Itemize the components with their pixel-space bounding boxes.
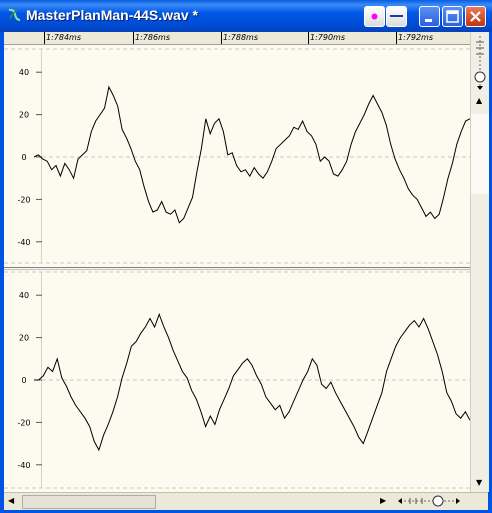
waveform-view[interactable]: 40 20 0 -20 -40 40 20 0 -20 -40 <box>4 45 470 492</box>
value-tick-label: -40 <box>17 238 30 247</box>
waveform-channel-1 <box>33 85 470 224</box>
minimize-button[interactable] <box>419 6 440 27</box>
ruler-major-tick <box>308 32 309 44</box>
record-indicator-button[interactable] <box>364 6 385 27</box>
ruler-major-tick <box>133 32 134 44</box>
vertical-scrollbar[interactable]: ▲ ▼ <box>470 32 489 492</box>
window-title: MasterPlanMan-44S.wav * <box>26 7 198 23</box>
record-indicator-icon <box>371 13 378 20</box>
ruler-label: 1:792ms <box>398 33 434 42</box>
ruler-label: 1:786ms <box>135 33 171 42</box>
time-ruler[interactable]: 1:784ms 1:786ms 1:788ms 1:790ms 1:792ms <box>4 32 470 45</box>
ruler-label: 1:790ms <box>310 33 346 42</box>
value-tick-label: 40 <box>19 291 29 300</box>
ruler-major-tick <box>396 32 397 44</box>
scroll-right-icon[interactable]: ▶ <box>380 496 386 506</box>
horizontal-scroll-thumb[interactable] <box>22 495 156 509</box>
value-tick-label: -20 <box>17 418 30 427</box>
ruler-major-tick <box>44 32 45 44</box>
ruler-label: 1:788ms <box>223 33 259 42</box>
close-icon <box>470 11 481 22</box>
editor-client-area: 1:784ms 1:786ms 1:788ms 1:790ms 1:792ms … <box>4 32 489 510</box>
value-tick-label: 20 <box>19 111 29 120</box>
minimize-icon <box>425 19 432 22</box>
zoom-slider-icon[interactable] <box>471 34 489 94</box>
scroll-down-icon[interactable]: ▼ <box>476 478 482 488</box>
ruler-major-tick <box>221 32 222 44</box>
value-tick-label: -40 <box>17 461 30 470</box>
waveform-app-icon <box>8 8 21 21</box>
value-tick-label: 40 <box>19 68 29 77</box>
vertical-scroll-thumb[interactable] <box>471 114 489 194</box>
scroll-left-icon[interactable]: ◀ <box>8 496 14 506</box>
ruler-label: 1:784ms <box>46 33 82 42</box>
waveform-channel-2 <box>34 312 470 452</box>
value-tick-label: 0 <box>21 153 26 162</box>
window-frame: MasterPlanMan-44S.wav * 1:784ms 1:786ms … <box>0 0 492 513</box>
maximize-icon <box>446 10 459 23</box>
horizontal-scrollbar[interactable]: ◀ ▶ <box>4 492 488 510</box>
horizontal-zoom-slider-icon[interactable] <box>396 494 462 509</box>
dash-icon <box>390 15 403 17</box>
value-tick-label: -20 <box>17 195 30 204</box>
value-tick-label: 0 <box>21 376 26 385</box>
maximize-button[interactable] <box>442 6 463 27</box>
scroll-up-icon[interactable]: ▲ <box>476 96 482 106</box>
value-tick-label: 20 <box>19 334 29 343</box>
collapse-button[interactable] <box>386 6 407 27</box>
close-button[interactable] <box>465 6 486 27</box>
title-bar[interactable]: MasterPlanMan-44S.wav * <box>0 0 492 32</box>
